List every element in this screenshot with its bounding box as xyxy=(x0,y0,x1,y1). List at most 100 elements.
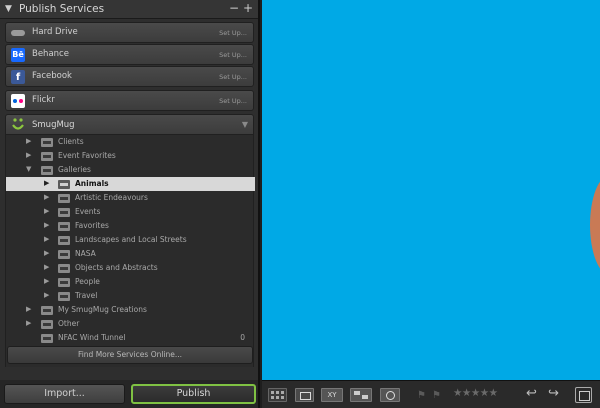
tree-item-clients[interactable]: ▶ Clients xyxy=(6,135,255,149)
tree-item-other[interactable]: ▶ Other xyxy=(6,317,255,331)
tree-item-label: Landscapes and Local Streets xyxy=(75,235,187,244)
collapse-arrow-icon[interactable]: ▼ xyxy=(26,165,31,173)
tree-item-nfac-wind-tunnel[interactable]: NFAC Wind Tunnel 0 xyxy=(6,331,255,345)
tree-item-nasa[interactable]: ▶ NASA xyxy=(6,247,255,261)
photo-subject-edge xyxy=(590,175,600,275)
setup-link[interactable]: Set Up... xyxy=(219,97,247,105)
smugmug-collection-tree: ▶ Clients ▶ Event Favorites ▼ Galleries … xyxy=(5,135,255,367)
collection-set-icon xyxy=(58,208,70,217)
expand-arrow-icon[interactable]: ▶ xyxy=(44,263,49,271)
tree-item-travel[interactable]: ▶ Travel xyxy=(6,289,255,303)
tree-item-label: Events xyxy=(75,207,101,216)
tree-item-label: NASA xyxy=(75,249,96,258)
collection-set-icon xyxy=(58,292,70,301)
service-flickr[interactable]: Flickr Set Up... xyxy=(5,90,254,111)
people-view-button[interactable] xyxy=(380,388,400,402)
bottom-button-bar: Import... Publish xyxy=(0,380,260,408)
expand-arrow-icon[interactable]: ▶ xyxy=(44,235,49,243)
expand-arrow-icon[interactable]: ▶ xyxy=(44,291,49,299)
expand-arrow-icon[interactable]: ▶ xyxy=(44,277,49,285)
loupe-view-button[interactable] xyxy=(295,388,314,402)
tree-item-label: Galleries xyxy=(58,165,91,174)
collection-set-icon xyxy=(41,306,53,315)
crop-icon[interactable] xyxy=(575,387,592,403)
facebook-icon: f xyxy=(11,70,25,84)
tree-item-label: Event Favorites xyxy=(58,151,116,160)
star-rating[interactable]: ★★★★★ xyxy=(453,387,498,399)
expand-arrow-icon[interactable]: ▶ xyxy=(44,179,49,187)
service-label: Behance xyxy=(32,49,69,59)
publish-button[interactable]: Publish xyxy=(131,384,256,404)
tree-item-event-favorites[interactable]: ▶ Event Favorites xyxy=(6,149,255,163)
add-service-button[interactable]: + xyxy=(243,1,253,15)
tree-item-landscapes[interactable]: ▶ Landscapes and Local Streets xyxy=(6,233,255,247)
service-label: SmugMug xyxy=(32,120,75,130)
expand-arrow-icon[interactable]: ▶ xyxy=(44,249,49,257)
expand-arrow-icon[interactable]: ▶ xyxy=(26,137,31,145)
tree-item-artistic-endeavours[interactable]: ▶ Artistic Endeavours xyxy=(6,191,255,205)
collection-set-icon xyxy=(58,194,70,203)
service-facebook[interactable]: f Facebook Set Up... xyxy=(5,66,254,87)
expand-arrow-icon[interactable]: ▶ xyxy=(26,151,31,159)
expand-arrow-icon[interactable]: ▶ xyxy=(44,207,49,215)
service-label: Hard Drive xyxy=(32,27,78,37)
gallery-icon xyxy=(41,334,53,343)
setup-link[interactable]: Set Up... xyxy=(219,51,247,59)
expand-arrow-icon[interactable]: ▶ xyxy=(44,193,49,201)
tree-item-label: Favorites xyxy=(75,221,109,230)
smugmug-face-icon xyxy=(12,118,24,130)
service-smugmug[interactable]: SmugMug ▼ xyxy=(5,114,254,135)
collection-set-icon xyxy=(41,152,53,161)
rotate-right-icon[interactable]: ↪ xyxy=(548,386,559,401)
expand-arrow-icon[interactable]: ▶ xyxy=(26,319,31,327)
view-toolbar: XY ⚑ ⚑ ★★★★★ ↩ ↪ xyxy=(262,380,600,408)
flag-reject-icon[interactable]: ⚑ xyxy=(432,390,441,401)
tree-item-label: Other xyxy=(58,319,80,328)
collection-set-icon xyxy=(58,278,70,287)
collection-set-icon xyxy=(41,320,53,329)
survey-view-button[interactable] xyxy=(350,388,372,402)
service-hard-drive[interactable]: Hard Drive Set Up... xyxy=(5,22,254,43)
setup-link[interactable]: Set Up... xyxy=(219,29,247,37)
service-label: Facebook xyxy=(32,71,72,81)
find-more-services-button[interactable]: Find More Services Online... xyxy=(7,346,253,364)
behance-icon: Bē xyxy=(11,48,25,62)
publish-services-panel: ▼ Publish Services − + Hard Drive Set Up… xyxy=(0,0,260,380)
collection-set-icon xyxy=(58,222,70,231)
smugmug-icon xyxy=(10,117,26,133)
tree-item-favorites[interactable]: ▶ Favorites xyxy=(6,219,255,233)
tree-item-label: NFAC Wind Tunnel xyxy=(58,333,126,342)
import-button[interactable]: Import... xyxy=(4,384,125,404)
tree-item-people[interactable]: ▶ People xyxy=(6,275,255,289)
collection-set-icon xyxy=(41,166,53,175)
tree-item-animals[interactable]: ▶ Animals xyxy=(6,177,255,191)
photo-preview[interactable] xyxy=(262,0,600,380)
tree-item-label: Travel xyxy=(75,291,98,300)
compare-view-button[interactable]: XY xyxy=(321,388,343,402)
collection-set-icon xyxy=(58,250,70,259)
tree-item-objects[interactable]: ▶ Objects and Abstracts xyxy=(6,261,255,275)
expand-arrow-icon[interactable]: ▶ xyxy=(44,221,49,229)
tree-item-my-smugmug-creations[interactable]: ▶ My SmugMug Creations xyxy=(6,303,255,317)
tree-item-label: Artistic Endeavours xyxy=(75,193,148,202)
collection-set-icon xyxy=(41,138,53,147)
setup-link[interactable]: Set Up... xyxy=(219,73,247,81)
tree-item-events[interactable]: ▶ Events xyxy=(6,205,255,219)
collapse-triangle-icon[interactable]: ▼ xyxy=(5,4,12,14)
service-behance[interactable]: Bē Behance Set Up... xyxy=(5,44,254,65)
flag-pick-icon[interactable]: ⚑ xyxy=(417,390,426,401)
panel-header[interactable]: ▼ Publish Services − + xyxy=(0,0,258,19)
panel-title: Publish Services xyxy=(19,3,105,15)
service-label: Flickr xyxy=(32,95,55,105)
collapse-arrow-icon[interactable]: ▼ xyxy=(242,120,248,129)
tree-item-label: Objects and Abstracts xyxy=(75,263,158,272)
tree-item-galleries[interactable]: ▼ Galleries xyxy=(6,163,255,177)
grid-view-button[interactable] xyxy=(268,388,287,402)
tree-item-label: Clients xyxy=(58,137,84,146)
rotate-left-icon[interactable]: ↩ xyxy=(526,386,537,401)
expand-arrow-icon[interactable]: ▶ xyxy=(26,305,31,313)
tree-item-label: People xyxy=(75,277,100,286)
remove-service-button[interactable]: − xyxy=(229,1,239,15)
collection-set-icon xyxy=(58,180,70,189)
hard-drive-icon xyxy=(11,30,25,36)
